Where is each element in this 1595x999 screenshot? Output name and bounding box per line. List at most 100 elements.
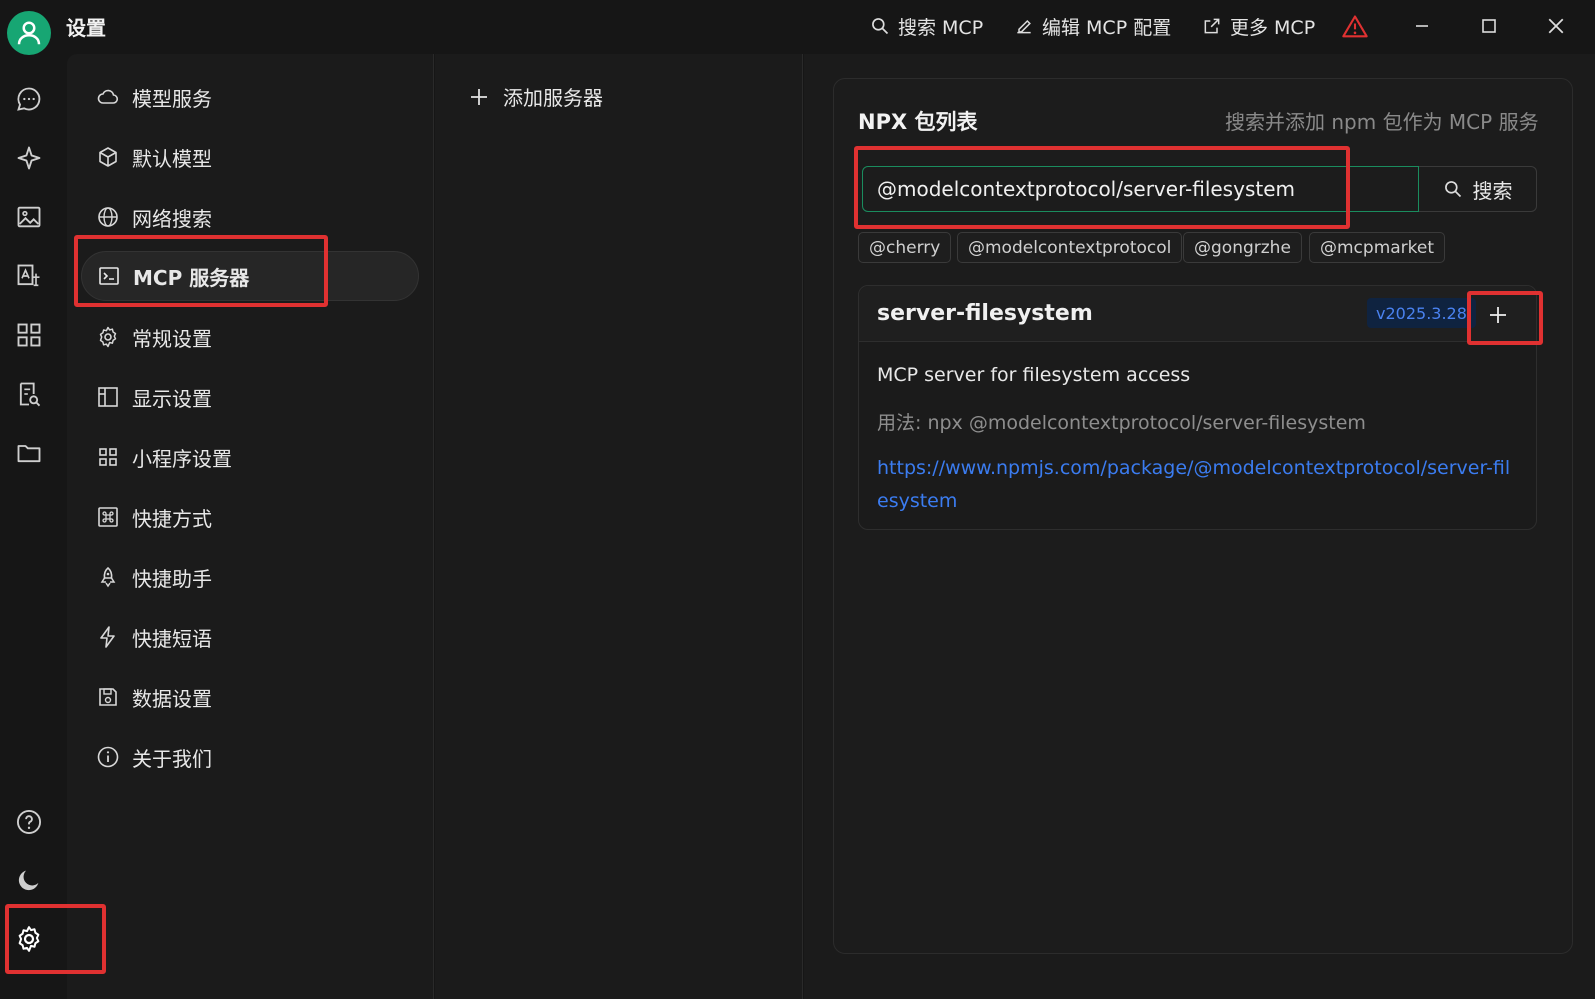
apps-icon — [17, 323, 41, 347]
package-version-badge: v2025.3.28 — [1367, 298, 1476, 328]
rail-theme[interactable] — [14, 865, 44, 895]
nav-item-mcp-servers[interactable]: MCP 服务器 — [81, 251, 419, 301]
package-usage: 用法: npx @modelcontextprotocol/server-fil… — [877, 412, 1366, 434]
image-icon — [17, 206, 41, 228]
rail-files[interactable] — [14, 438, 44, 468]
cloud-icon — [97, 89, 119, 104]
nav-item-model-service[interactable]: 模型服务 — [81, 72, 419, 122]
nav-item-label: 默认模型 — [132, 146, 212, 171]
nav-item-quick-phrases[interactable]: 快捷短语 — [81, 612, 419, 662]
command-icon — [98, 507, 118, 527]
search-icon — [872, 18, 889, 35]
nav-item-default-model[interactable]: 默认模型 — [81, 132, 419, 182]
nav-item-data[interactable]: 数据设置 — [81, 672, 419, 722]
rail-agents[interactable] — [14, 143, 44, 173]
package-name: server-filesystem — [877, 301, 1093, 326]
plus-icon — [471, 88, 487, 105]
translate-icon — [17, 264, 40, 287]
scope-tag-gongrzhe[interactable]: @gongrzhe — [1183, 232, 1302, 263]
scope-tag-modelcontextprotocol[interactable]: @modelcontextprotocol — [957, 232, 1183, 263]
warning-button[interactable] — [1341, 13, 1369, 41]
nav-item-about[interactable]: 关于我们 — [81, 732, 419, 782]
cube-icon — [99, 147, 117, 167]
scope-tag-cherry[interactable]: @cherry — [858, 232, 952, 263]
help-icon — [16, 809, 42, 835]
rail-apps[interactable] — [14, 320, 44, 350]
terminal-icon — [99, 267, 119, 285]
settings-nav: 模型服务 默认模型 网络搜索 MCP 服务器 常规设置 显示设置 小程序设置 快… — [67, 54, 434, 999]
rail-images[interactable] — [14, 202, 44, 232]
warning-icon — [1342, 15, 1368, 38]
nav-item-quick-assistant[interactable]: 快捷助手 — [81, 552, 419, 602]
settings-icon — [18, 926, 40, 952]
close-icon — [1548, 18, 1564, 34]
nav-item-label: 常规设置 — [132, 326, 212, 351]
rail-help[interactable] — [14, 807, 44, 837]
more-mcp-label: 更多 MCP — [1230, 16, 1316, 39]
maximize-button[interactable] — [1476, 13, 1502, 39]
scope-tag-mcpmarket[interactable]: @mcpmarket — [1309, 232, 1446, 263]
moon-icon — [18, 870, 39, 891]
add-server-label: 添加服务器 — [503, 86, 603, 110]
rail-translate[interactable] — [14, 261, 44, 291]
nav-item-label: 快捷方式 — [132, 506, 212, 531]
package-npm-link[interactable]: https://www.npmjs.com/package/@modelcont… — [877, 452, 1517, 518]
npm-search-input[interactable] — [862, 166, 1419, 212]
search-mcp-button[interactable]: 搜索 MCP — [870, 13, 983, 39]
edit-mcp-config-button[interactable]: 编辑 MCP 配置 — [1014, 13, 1171, 39]
user-icon — [17, 21, 41, 45]
rail-settings[interactable] — [14, 924, 44, 954]
search-mcp-label: 搜索 MCP — [898, 16, 984, 39]
gear-icon — [99, 326, 117, 348]
zap-icon — [100, 626, 115, 648]
edit-icon — [1017, 19, 1031, 34]
nav-item-web-search[interactable]: 网络搜索 — [81, 192, 419, 242]
more-mcp-button[interactable]: 更多 MCP — [1202, 13, 1315, 39]
external-link-icon — [1204, 18, 1220, 34]
nav-item-label: 快捷助手 — [132, 566, 212, 591]
nav-item-display[interactable]: 显示设置 — [81, 372, 419, 422]
save-icon — [99, 688, 117, 706]
add-server-button[interactable]: 添加服务器 — [469, 82, 603, 111]
layout-icon — [98, 387, 118, 407]
user-avatar[interactable] — [7, 11, 51, 55]
search-button-label: 搜索 — [1472, 178, 1513, 203]
nav-item-general[interactable]: 常规设置 — [81, 312, 419, 362]
chat-icon — [17, 87, 41, 111]
npx-panel-title: NPX 包列表 — [858, 110, 978, 134]
rail-knowledge[interactable] — [14, 379, 44, 409]
nav-item-label: 数据设置 — [132, 686, 212, 711]
mcp-server-list: 添加服务器 — [435, 54, 803, 999]
app-title: 设置 — [66, 16, 106, 40]
npm-search-button[interactable]: 搜索 — [1419, 166, 1537, 212]
folder-icon — [17, 445, 41, 463]
package-description: MCP server for filesystem access — [877, 364, 1191, 386]
package-card-header: server-filesystem v2025.3.28 — [859, 286, 1536, 342]
nav-item-label: 显示设置 — [132, 386, 212, 411]
nav-item-mini-apps[interactable]: 小程序设置 — [81, 432, 419, 482]
info-icon — [97, 746, 119, 768]
file-search-icon — [19, 382, 41, 407]
globe-icon — [98, 207, 118, 227]
nav-item-label: MCP 服务器 — [133, 265, 250, 290]
npx-panel-description: 搜索并添加 npm 包作为 MCP 服务 — [1225, 110, 1539, 134]
minimize-button[interactable] — [1409, 13, 1435, 39]
package-card: server-filesystem v2025.3.28 MCP server … — [858, 285, 1537, 530]
nav-item-label: 关于我们 — [132, 746, 212, 771]
sparkle-icon — [17, 146, 41, 170]
nav-item-label: 小程序设置 — [132, 446, 232, 471]
grid-icon — [99, 448, 117, 466]
nav-item-label: 网络搜索 — [132, 206, 212, 231]
minimize-icon — [1416, 25, 1428, 27]
rocket-icon — [100, 566, 116, 588]
close-button[interactable] — [1543, 13, 1569, 39]
rail-chat[interactable] — [14, 84, 44, 114]
edit-mcp-label: 编辑 MCP 配置 — [1042, 16, 1172, 39]
search-icon — [1444, 181, 1461, 198]
maximize-icon — [1482, 19, 1496, 33]
nav-item-label: 模型服务 — [132, 86, 212, 111]
add-package-button[interactable] — [1483, 300, 1513, 330]
nav-item-shortcuts[interactable]: 快捷方式 — [81, 492, 419, 542]
nav-item-label: 快捷短语 — [132, 626, 212, 651]
plus-icon — [1490, 307, 1506, 323]
